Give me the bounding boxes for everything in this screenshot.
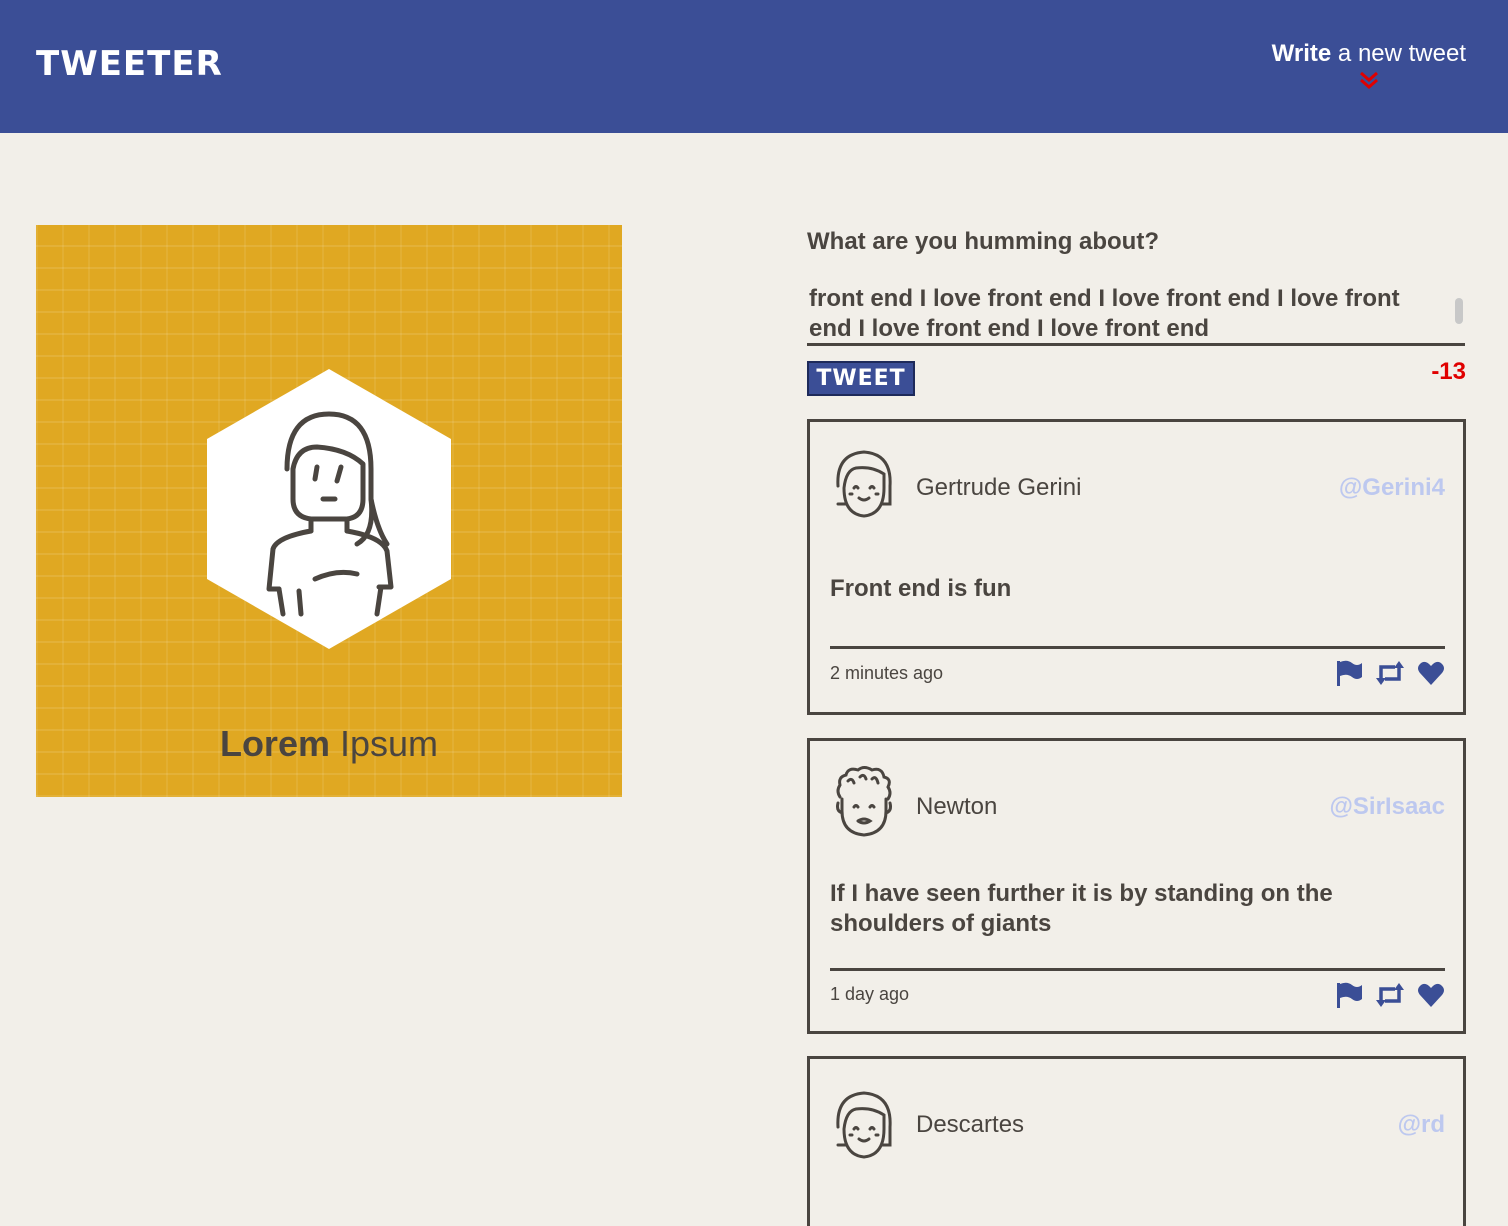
tweet-content: Front end is fun: [830, 575, 1012, 602]
tweet-author-name: Descartes: [916, 1111, 1025, 1138]
tweet-divider: [830, 968, 1445, 971]
tweet-divider: [830, 646, 1445, 649]
compose-label-rest: a new tweet: [1337, 40, 1466, 67]
heart-icon[interactable]: [1417, 659, 1445, 687]
tweet-timestamp: 1 day ago: [830, 984, 910, 1004]
tweet-card: Newton @SirIsaac If I have seen further …: [807, 738, 1466, 1034]
textarea-scrollbar[interactable]: [1452, 280, 1466, 340]
tweet-actions: [1335, 659, 1445, 687]
flag-icon[interactable]: [1335, 659, 1363, 687]
chevron-double-down-icon[interactable]: [1358, 70, 1380, 90]
profile-avatar: [207, 369, 451, 649]
tweet-actions: [1335, 981, 1445, 1009]
tweet-textarea[interactable]: [807, 280, 1465, 346]
tweet-card: Descartes @rd: [807, 1056, 1466, 1226]
tweet-content: If I have seen further it is by standing…: [830, 880, 1333, 937]
profile-name: Lorem Ipsum: [36, 723, 622, 765]
tweet-author-name: Gertrude Gerini: [916, 474, 1082, 501]
tweet-author-handle[interactable]: @SirIsaac: [1330, 793, 1445, 821]
heart-icon[interactable]: [1417, 981, 1445, 1009]
profile-first-name: Lorem: [219, 723, 330, 764]
scrollbar-thumb[interactable]: [1455, 298, 1463, 324]
top-nav: TWEETER Write a new tweet: [0, 0, 1508, 133]
tweet-author-handle[interactable]: @Gerini4: [1339, 474, 1445, 502]
retweet-icon[interactable]: [1375, 659, 1405, 687]
character-counter: -13: [1431, 358, 1466, 385]
curly-hair-avatar: [836, 766, 892, 837]
compose-label-bold: Write: [1271, 40, 1332, 67]
compose-prompt: What are you humming about?: [807, 228, 1159, 255]
brand-logo[interactable]: TWEETER: [36, 44, 223, 84]
tweet-author-handle[interactable]: @rd: [1398, 1111, 1445, 1139]
tweet-timestamp: 2 minutes ago: [830, 663, 944, 683]
tweet-card: Gertrude Gerini @Gerini4 Front end is fu…: [807, 419, 1466, 715]
tweet-author-name: Newton: [916, 793, 998, 820]
tweet-button[interactable]: TWEET: [807, 361, 915, 396]
flag-icon[interactable]: [1335, 981, 1363, 1009]
girl-avatar: [836, 1091, 892, 1159]
profile-last-name: Ipsum: [340, 723, 439, 764]
retweet-icon[interactable]: [1375, 981, 1405, 1009]
girl-avatar: [836, 450, 892, 518]
profile-card: Lorem Ipsum: [36, 225, 622, 797]
compose-toggle[interactable]: Write a new tweet: [1272, 40, 1466, 90]
